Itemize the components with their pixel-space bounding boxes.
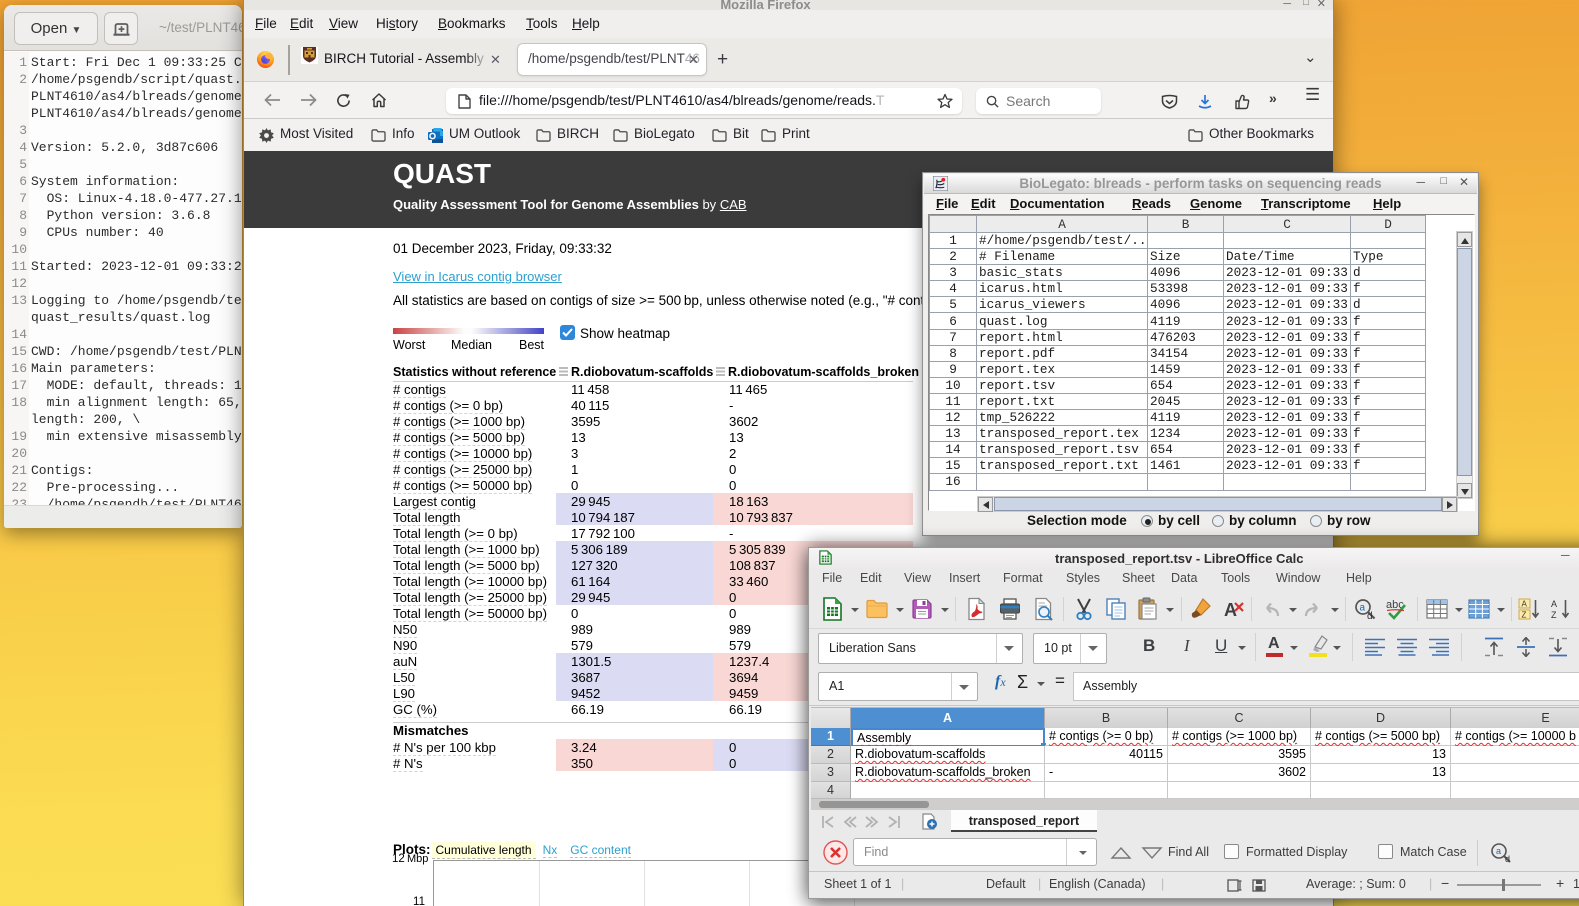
svg-text:Z: Z	[1551, 610, 1557, 620]
svg-text:a: a	[1360, 603, 1366, 614]
svg-text:a: a	[1496, 846, 1501, 856]
svg-text:Z: Z	[1522, 611, 1527, 620]
svg-text:A: A	[1551, 599, 1557, 609]
svg-text:d: d	[1367, 611, 1373, 621]
svg-text:d: d	[1505, 854, 1510, 864]
svg-text:A: A	[1522, 600, 1528, 609]
